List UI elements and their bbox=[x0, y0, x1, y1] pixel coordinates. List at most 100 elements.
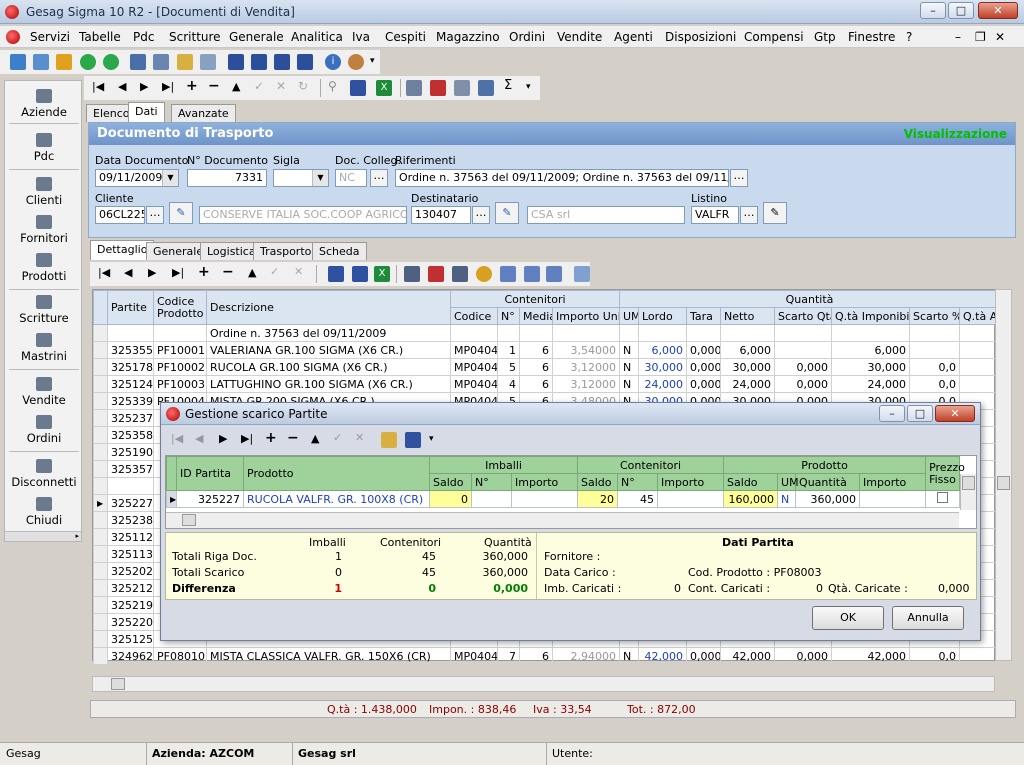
detail-excel-icon[interactable]: X bbox=[374, 266, 390, 282]
grid-cell[interactable]: 6 bbox=[519, 341, 553, 359]
detail-tool3-icon[interactable] bbox=[452, 266, 468, 282]
filter-icon[interactable]: ⚲ bbox=[328, 79, 337, 93]
menu-help[interactable]: ? bbox=[906, 30, 912, 44]
dialog-close-button[interactable]: ✕ bbox=[935, 405, 975, 422]
add-icon[interactable]: + bbox=[186, 78, 198, 94]
header-qta-imponibile[interactable]: Q.tà Imponibile bbox=[831, 307, 910, 325]
grid-cell[interactable]: 325237 bbox=[107, 409, 154, 427]
dlg-header-imb-saldo[interactable]: Saldo bbox=[429, 473, 472, 491]
grid-cell[interactable]: 0,0 bbox=[909, 358, 960, 376]
dlg-cell-id[interactable]: 325227 bbox=[176, 490, 244, 508]
grid-cell[interactable]: 325124 bbox=[107, 375, 154, 393]
detail-tool1-icon[interactable] bbox=[404, 266, 420, 282]
dlg-header-um[interactable]: UM bbox=[777, 473, 799, 491]
dlg-header-id-partita[interactable]: ID Partita bbox=[176, 456, 244, 491]
grid-hscroll-thumb[interactable] bbox=[111, 678, 125, 690]
excel-icon[interactable]: X bbox=[376, 80, 392, 96]
grid-cell[interactable]: 3,12000 bbox=[552, 358, 620, 376]
grid-cell[interactable]: PF10002 bbox=[153, 358, 207, 376]
copy-icon[interactable] bbox=[33, 54, 49, 70]
grid-cell[interactable]: RUCOLA GR.100 SIGMA (X6 CR.) bbox=[206, 358, 451, 376]
dialog-first-icon[interactable]: |◀ bbox=[171, 432, 183, 445]
grid-cell[interactable]: 3,54000 bbox=[552, 341, 620, 359]
dialog-maximize-button[interactable]: □ bbox=[907, 405, 933, 422]
menu-agenti[interactable]: Agenti bbox=[614, 30, 653, 44]
dialog-grid-hscroll[interactable] bbox=[166, 512, 959, 528]
grid-cell[interactable]: 24,000 bbox=[831, 375, 910, 393]
menu-magazzino[interactable]: Magazzino bbox=[436, 30, 500, 44]
next-record-icon[interactable]: ▶ bbox=[140, 80, 148, 93]
grid-cell[interactable]: 6 bbox=[519, 358, 553, 376]
dlg-cell-imb-n[interactable] bbox=[471, 490, 512, 508]
dialog-toolbar-overflow-icon[interactable]: ▾ bbox=[429, 434, 434, 444]
grid-cell[interactable] bbox=[107, 324, 154, 342]
subtab-dettaglio[interactable]: Dettaglio bbox=[90, 240, 155, 260]
grid-cell[interactable]: N bbox=[619, 647, 639, 665]
detail-remove-icon[interactable]: − bbox=[222, 264, 234, 280]
forward-icon[interactable] bbox=[103, 54, 119, 70]
grid-cell[interactable]: 2,94000 bbox=[552, 647, 620, 665]
detail-cancel-icon[interactable]: ✕ bbox=[294, 265, 303, 278]
table-row[interactable]: 324962 PF08010 MISTA CLASSICA VALFR. GR. 1… bbox=[93, 647, 1001, 665]
sidebar-item-fornitori[interactable]: Fornitori bbox=[5, 215, 83, 245]
destinatario-edit-icon[interactable]: ✎ bbox=[495, 202, 519, 224]
menu-gtp[interactable]: Gtp bbox=[814, 30, 836, 44]
table-row[interactable]: 325178 PF10002 RUCOLA GR.100 SIGMA (X6 CR.… bbox=[93, 358, 1001, 376]
grid-cell[interactable]: N bbox=[619, 358, 639, 376]
detail-coin-icon[interactable] bbox=[476, 266, 492, 282]
grid-cell[interactable]: VALERIANA GR.100 SIGMA (X6 CR.) bbox=[206, 341, 451, 359]
print-preview-icon[interactable] bbox=[454, 80, 470, 96]
grid-cell[interactable]: 6 bbox=[519, 647, 553, 665]
riferimenti-field[interactable]: Ordine n. 37563 del 09/11/2009; Ordine n… bbox=[395, 169, 729, 187]
grid-cell[interactable]: 42,000 bbox=[831, 647, 910, 665]
menu-ordini[interactable]: Ordini bbox=[509, 30, 545, 44]
grid-cell[interactable]: 0,0 bbox=[909, 375, 960, 393]
dialog-grid-vscroll[interactable] bbox=[960, 474, 976, 510]
doc-colleg-field[interactable]: NC bbox=[335, 169, 367, 187]
grid-cell[interactable] bbox=[686, 324, 721, 342]
grid-cell[interactable] bbox=[958, 647, 1001, 665]
listino-lookup-button[interactable]: … bbox=[740, 206, 758, 224]
home-icon[interactable] bbox=[10, 54, 26, 70]
header-codice-prodotto[interactable]: Codice Prodotto bbox=[153, 290, 207, 325]
sidebar-item-prodotti[interactable]: Prodotti bbox=[5, 253, 83, 283]
dialog-edit-icon[interactable]: ▲ bbox=[311, 432, 319, 445]
grid-cell[interactable]: 325178 bbox=[107, 358, 154, 376]
grid-cell[interactable]: 325125 bbox=[107, 630, 154, 648]
grid-cell[interactable]: 0,000 bbox=[774, 375, 832, 393]
dialog-add-icon[interactable]: + bbox=[265, 430, 277, 446]
grid-cell[interactable]: N bbox=[619, 375, 639, 393]
grid-vscroll-thumb[interactable] bbox=[997, 476, 1010, 490]
pages-icon[interactable] bbox=[200, 54, 216, 70]
numero-documento-field[interactable]: 7331 bbox=[187, 169, 267, 187]
grid-cell[interactable] bbox=[519, 324, 553, 342]
detail-add-icon[interactable]: + bbox=[198, 264, 210, 280]
grid-icon[interactable] bbox=[297, 54, 313, 70]
listino-edit-icon[interactable]: ✎ bbox=[763, 202, 787, 224]
toolbar2-overflow-icon[interactable]: ▾ bbox=[526, 82, 531, 92]
refresh-icon[interactable]: ↻ bbox=[298, 79, 308, 93]
header-tara[interactable]: Tara bbox=[686, 307, 721, 325]
grid-cell[interactable] bbox=[720, 324, 775, 342]
data-dropdown-icon[interactable]: ▼ bbox=[162, 170, 178, 186]
dlg-header-cont-n[interactable]: N° bbox=[617, 473, 659, 491]
grid-cell[interactable] bbox=[774, 324, 832, 342]
detail-edit-icon[interactable]: ▲ bbox=[248, 266, 256, 279]
menu-cespiti[interactable]: Cespiti bbox=[385, 30, 426, 44]
minimize-button[interactable]: – bbox=[920, 2, 946, 19]
dlg-cell-prodotto[interactable]: RUCOLA VALFR. GR. 100X8 (CR) bbox=[243, 490, 430, 508]
mdi-close-button[interactable]: ✕ bbox=[995, 30, 1005, 44]
sidebar-item-disconnetti[interactable]: Disconnetti bbox=[5, 459, 83, 489]
sidebar-expand-icon[interactable]: ▸ bbox=[5, 531, 81, 541]
dlg-header-imb-n[interactable]: N° bbox=[471, 473, 512, 491]
grid-cell[interactable]: 325220 bbox=[107, 613, 154, 631]
menu-compensi[interactable]: Compensi bbox=[744, 30, 804, 44]
grid-cell[interactable] bbox=[638, 324, 687, 342]
dialog-last-icon[interactable]: ▶| bbox=[241, 432, 253, 445]
dialog-remove-icon[interactable]: − bbox=[287, 430, 299, 446]
grid-cell[interactable]: 325212 bbox=[107, 579, 154, 597]
user-icon[interactable] bbox=[348, 54, 364, 70]
header-importo-unit[interactable]: Importo Unit. bbox=[552, 307, 620, 325]
maximize-button[interactable]: □ bbox=[948, 2, 974, 19]
grid-cell[interactable]: 6,000 bbox=[720, 341, 775, 359]
